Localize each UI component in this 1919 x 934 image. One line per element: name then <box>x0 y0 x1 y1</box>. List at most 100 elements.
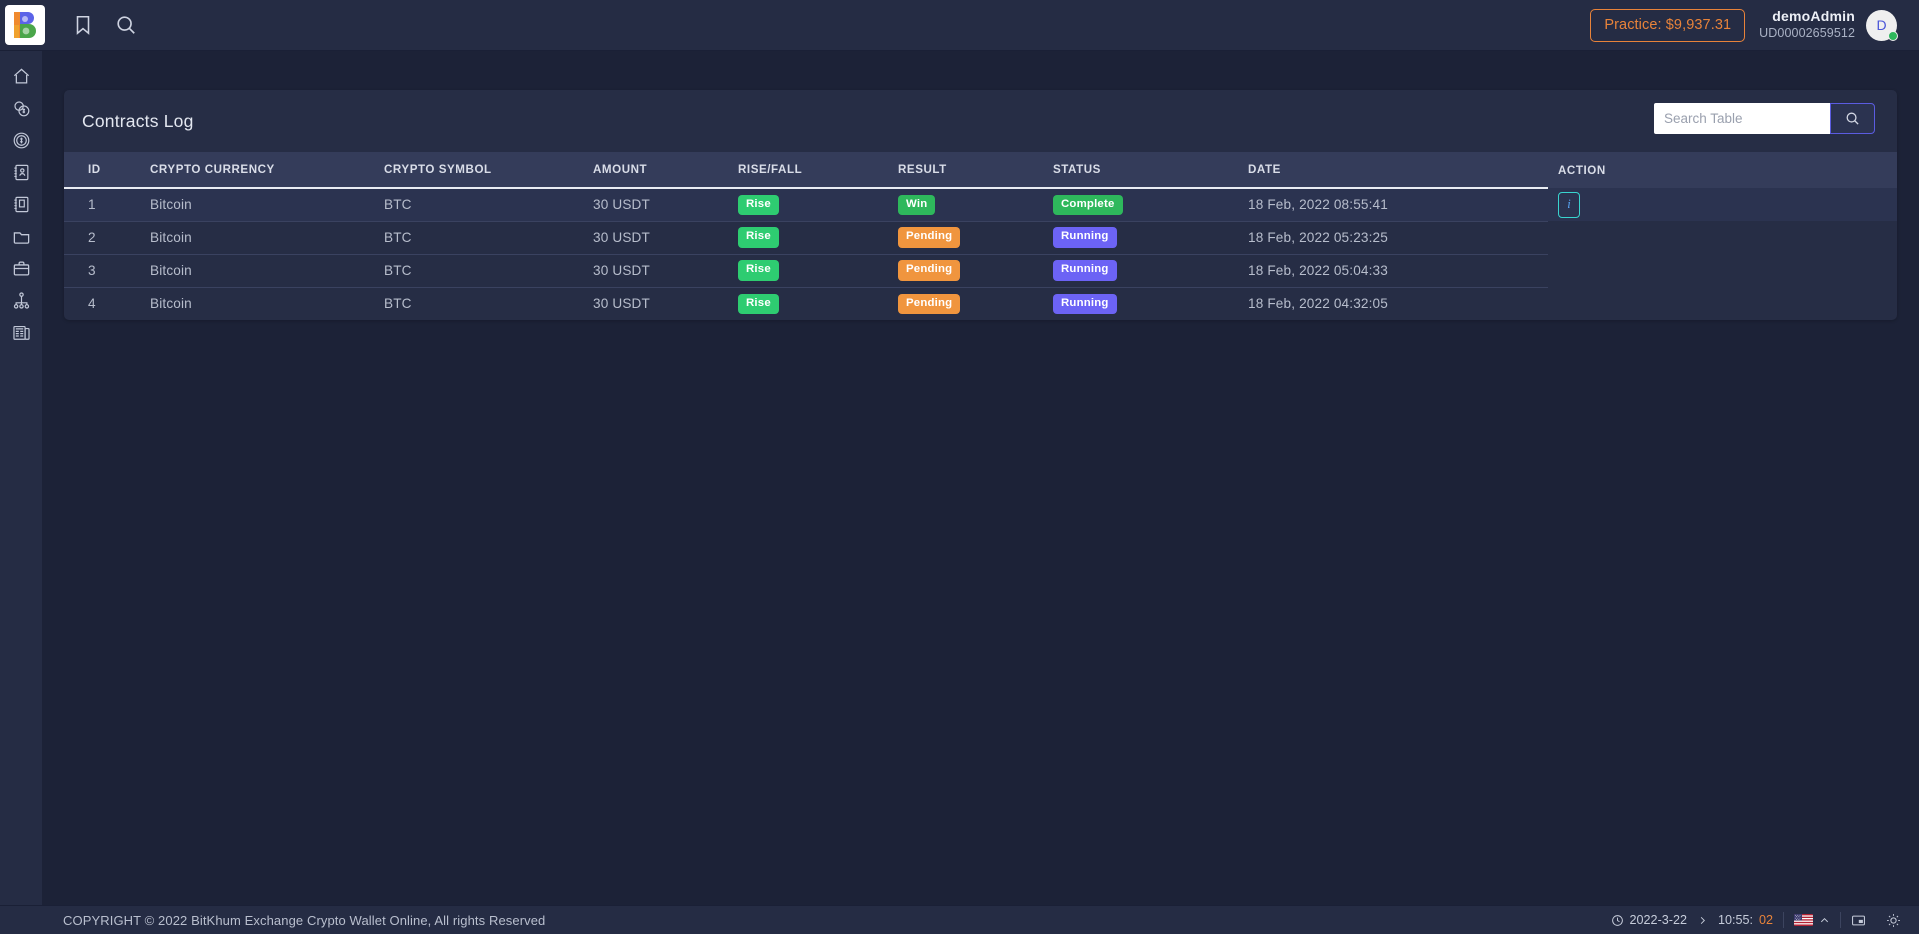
column-header-crypto-symbol[interactable]: CRYPTO SYMBOL <box>384 152 593 188</box>
avatar-initial: D <box>1876 17 1886 33</box>
footer-date: 2022-3-22 <box>1630 913 1687 927</box>
sidebar-item-deposit[interactable] <box>0 125 42 156</box>
search-icon[interactable] <box>115 14 137 36</box>
cell-crypto-currency: Bitcoin <box>150 221 384 254</box>
user-name: demoAdmin <box>1759 8 1855 26</box>
home-icon <box>12 67 31 86</box>
footer-language-selector[interactable] <box>1784 912 1840 929</box>
sidebar-item-portfolio[interactable] <box>0 253 42 284</box>
result-badge: Pending <box>898 260 960 280</box>
user-text: demoAdmin UD00002659512 <box>1759 8 1855 41</box>
cell-result: Pending <box>898 287 1053 320</box>
column-header-date[interactable]: DATE <box>1248 152 1548 188</box>
column-header-crypto-currency[interactable]: CRYPTO CURRENCY <box>150 152 384 188</box>
cell-amount: 30 USDT <box>593 188 738 221</box>
result-badge: Pending <box>898 294 960 314</box>
column-header-rise-fall[interactable]: RISE/FALL <box>738 152 898 188</box>
table-row[interactable]: 1BitcoinBTC30 USDTRiseWinComplete18 Feb,… <box>64 188 1897 221</box>
status-badge: Complete <box>1053 195 1123 215</box>
contracts-table: ID CRYPTO CURRENCY CRYPTO SYMBOL AMOUNT … <box>64 152 1897 320</box>
online-status-dot <box>1888 31 1898 41</box>
footer-time[interactable]: 10:55:02 <box>1708 912 1783 929</box>
table-row[interactable]: 4BitcoinBTC30 USDTRisePendingRunning18 F… <box>64 287 1897 320</box>
contact-card-icon <box>12 163 31 182</box>
briefcase-icon <box>12 259 31 278</box>
us-flag-icon <box>1794 914 1813 926</box>
cell-id: 2 <box>64 221 150 254</box>
sidebar-item-contacts[interactable] <box>0 157 42 188</box>
card-header: Contracts Log <box>64 90 1897 152</box>
footer-bar: COPYRIGHT © 2022 BitKhum Exchange Crypto… <box>0 905 1919 934</box>
column-header-action[interactable]: ACTION <box>1548 152 1897 188</box>
avatar[interactable]: D <box>1866 10 1897 41</box>
cell-rise-fall: Rise <box>738 188 898 221</box>
app-logo[interactable] <box>5 5 45 45</box>
user-id: UD00002659512 <box>1759 26 1855 42</box>
info-button[interactable]: i <box>1558 192 1580 218</box>
search-submit-button[interactable] <box>1830 103 1875 134</box>
rise-fall-badge: Rise <box>738 294 779 314</box>
cell-action <box>1548 254 1897 287</box>
table-row[interactable]: 2BitcoinBTC30 USDTRisePendingRunning18 F… <box>64 221 1897 254</box>
sidebar-item-home[interactable] <box>0 61 42 92</box>
dollar-circle-icon <box>12 131 31 150</box>
copyright-text: COPYRIGHT © 2022 BitKhum Exchange Crypto… <box>63 913 545 928</box>
topbar-icon-group <box>72 14 137 36</box>
table-header-row: ID CRYPTO CURRENCY CRYPTO SYMBOL AMOUNT … <box>64 152 1897 188</box>
cell-crypto-symbol: BTC <box>384 188 593 221</box>
column-header-result[interactable]: RESULT <box>898 152 1053 188</box>
result-badge: Win <box>898 195 935 215</box>
brightness-toggle[interactable] <box>1876 912 1911 929</box>
cell-rise-fall: Rise <box>738 254 898 287</box>
column-header-amount[interactable]: AMOUNT <box>593 152 738 188</box>
cell-action <box>1548 221 1897 254</box>
cell-date: 18 Feb, 2022 05:04:33 <box>1248 254 1548 287</box>
search-input[interactable] <box>1654 103 1830 134</box>
cell-date: 18 Feb, 2022 04:32:05 <box>1248 287 1548 320</box>
search-icon <box>1845 111 1860 126</box>
column-header-status[interactable]: STATUS <box>1053 152 1248 188</box>
rise-fall-badge: Rise <box>738 260 779 280</box>
cell-status: Running <box>1053 254 1248 287</box>
bookmark-icon[interactable] <box>72 14 94 36</box>
cell-status: Running <box>1053 221 1248 254</box>
footer-time-main: 10:55: <box>1718 913 1753 927</box>
sidebar-item-coins[interactable] <box>0 93 42 124</box>
top-bar: Practice: $9,937.31 demoAdmin UD00002659… <box>0 0 1919 51</box>
sidebar-item-reports[interactable] <box>0 317 42 348</box>
cell-rise-fall: Rise <box>738 287 898 320</box>
column-header-id[interactable]: ID <box>64 152 150 188</box>
table-row[interactable]: 3BitcoinBTC30 USDTRisePendingRunning18 F… <box>64 254 1897 287</box>
cell-status: Running <box>1053 287 1248 320</box>
sidebar-item-folder[interactable] <box>0 221 42 252</box>
page-title: Contracts Log <box>82 111 194 132</box>
cell-amount: 30 USDT <box>593 221 738 254</box>
chevron-up-icon <box>1819 915 1830 926</box>
table-body: 1BitcoinBTC30 USDTRiseWinComplete18 Feb,… <box>64 188 1897 320</box>
screen-icon <box>1851 913 1866 928</box>
cell-status: Complete <box>1053 188 1248 221</box>
table-head: ID CRYPTO CURRENCY CRYPTO SYMBOL AMOUNT … <box>64 152 1897 188</box>
rise-fall-badge: Rise <box>738 195 779 215</box>
cell-result: Pending <box>898 254 1053 287</box>
clock-icon <box>1611 914 1624 927</box>
cell-crypto-currency: Bitcoin <box>150 188 384 221</box>
table-search <box>1654 103 1875 134</box>
cell-amount: 30 USDT <box>593 287 738 320</box>
app-root: Practice: $9,937.31 demoAdmin UD00002659… <box>0 0 1919 934</box>
report-icon <box>12 323 31 342</box>
footer-datetime[interactable]: 2022-3-22 <box>1601 912 1697 929</box>
rise-fall-badge: Rise <box>738 227 779 247</box>
contracts-log-card: Contracts Log ID CRYPTO CURRENCY CRYP <box>64 90 1897 320</box>
result-badge: Pending <box>898 227 960 247</box>
sidebar-item-referrals[interactable] <box>0 285 42 316</box>
hierarchy-icon <box>12 291 31 310</box>
cell-id: 1 <box>64 188 150 221</box>
fullscreen-toggle[interactable] <box>1841 912 1876 929</box>
cell-result: Pending <box>898 221 1053 254</box>
user-menu[interactable]: demoAdmin UD00002659512 D <box>1759 8 1897 41</box>
practice-balance-badge[interactable]: Practice: $9,937.31 <box>1590 9 1745 42</box>
cell-rise-fall: Rise <box>738 221 898 254</box>
sidebar-item-ledger[interactable] <box>0 189 42 220</box>
footer-status-area: 2022-3-22 10:55:02 <box>1601 906 1919 934</box>
